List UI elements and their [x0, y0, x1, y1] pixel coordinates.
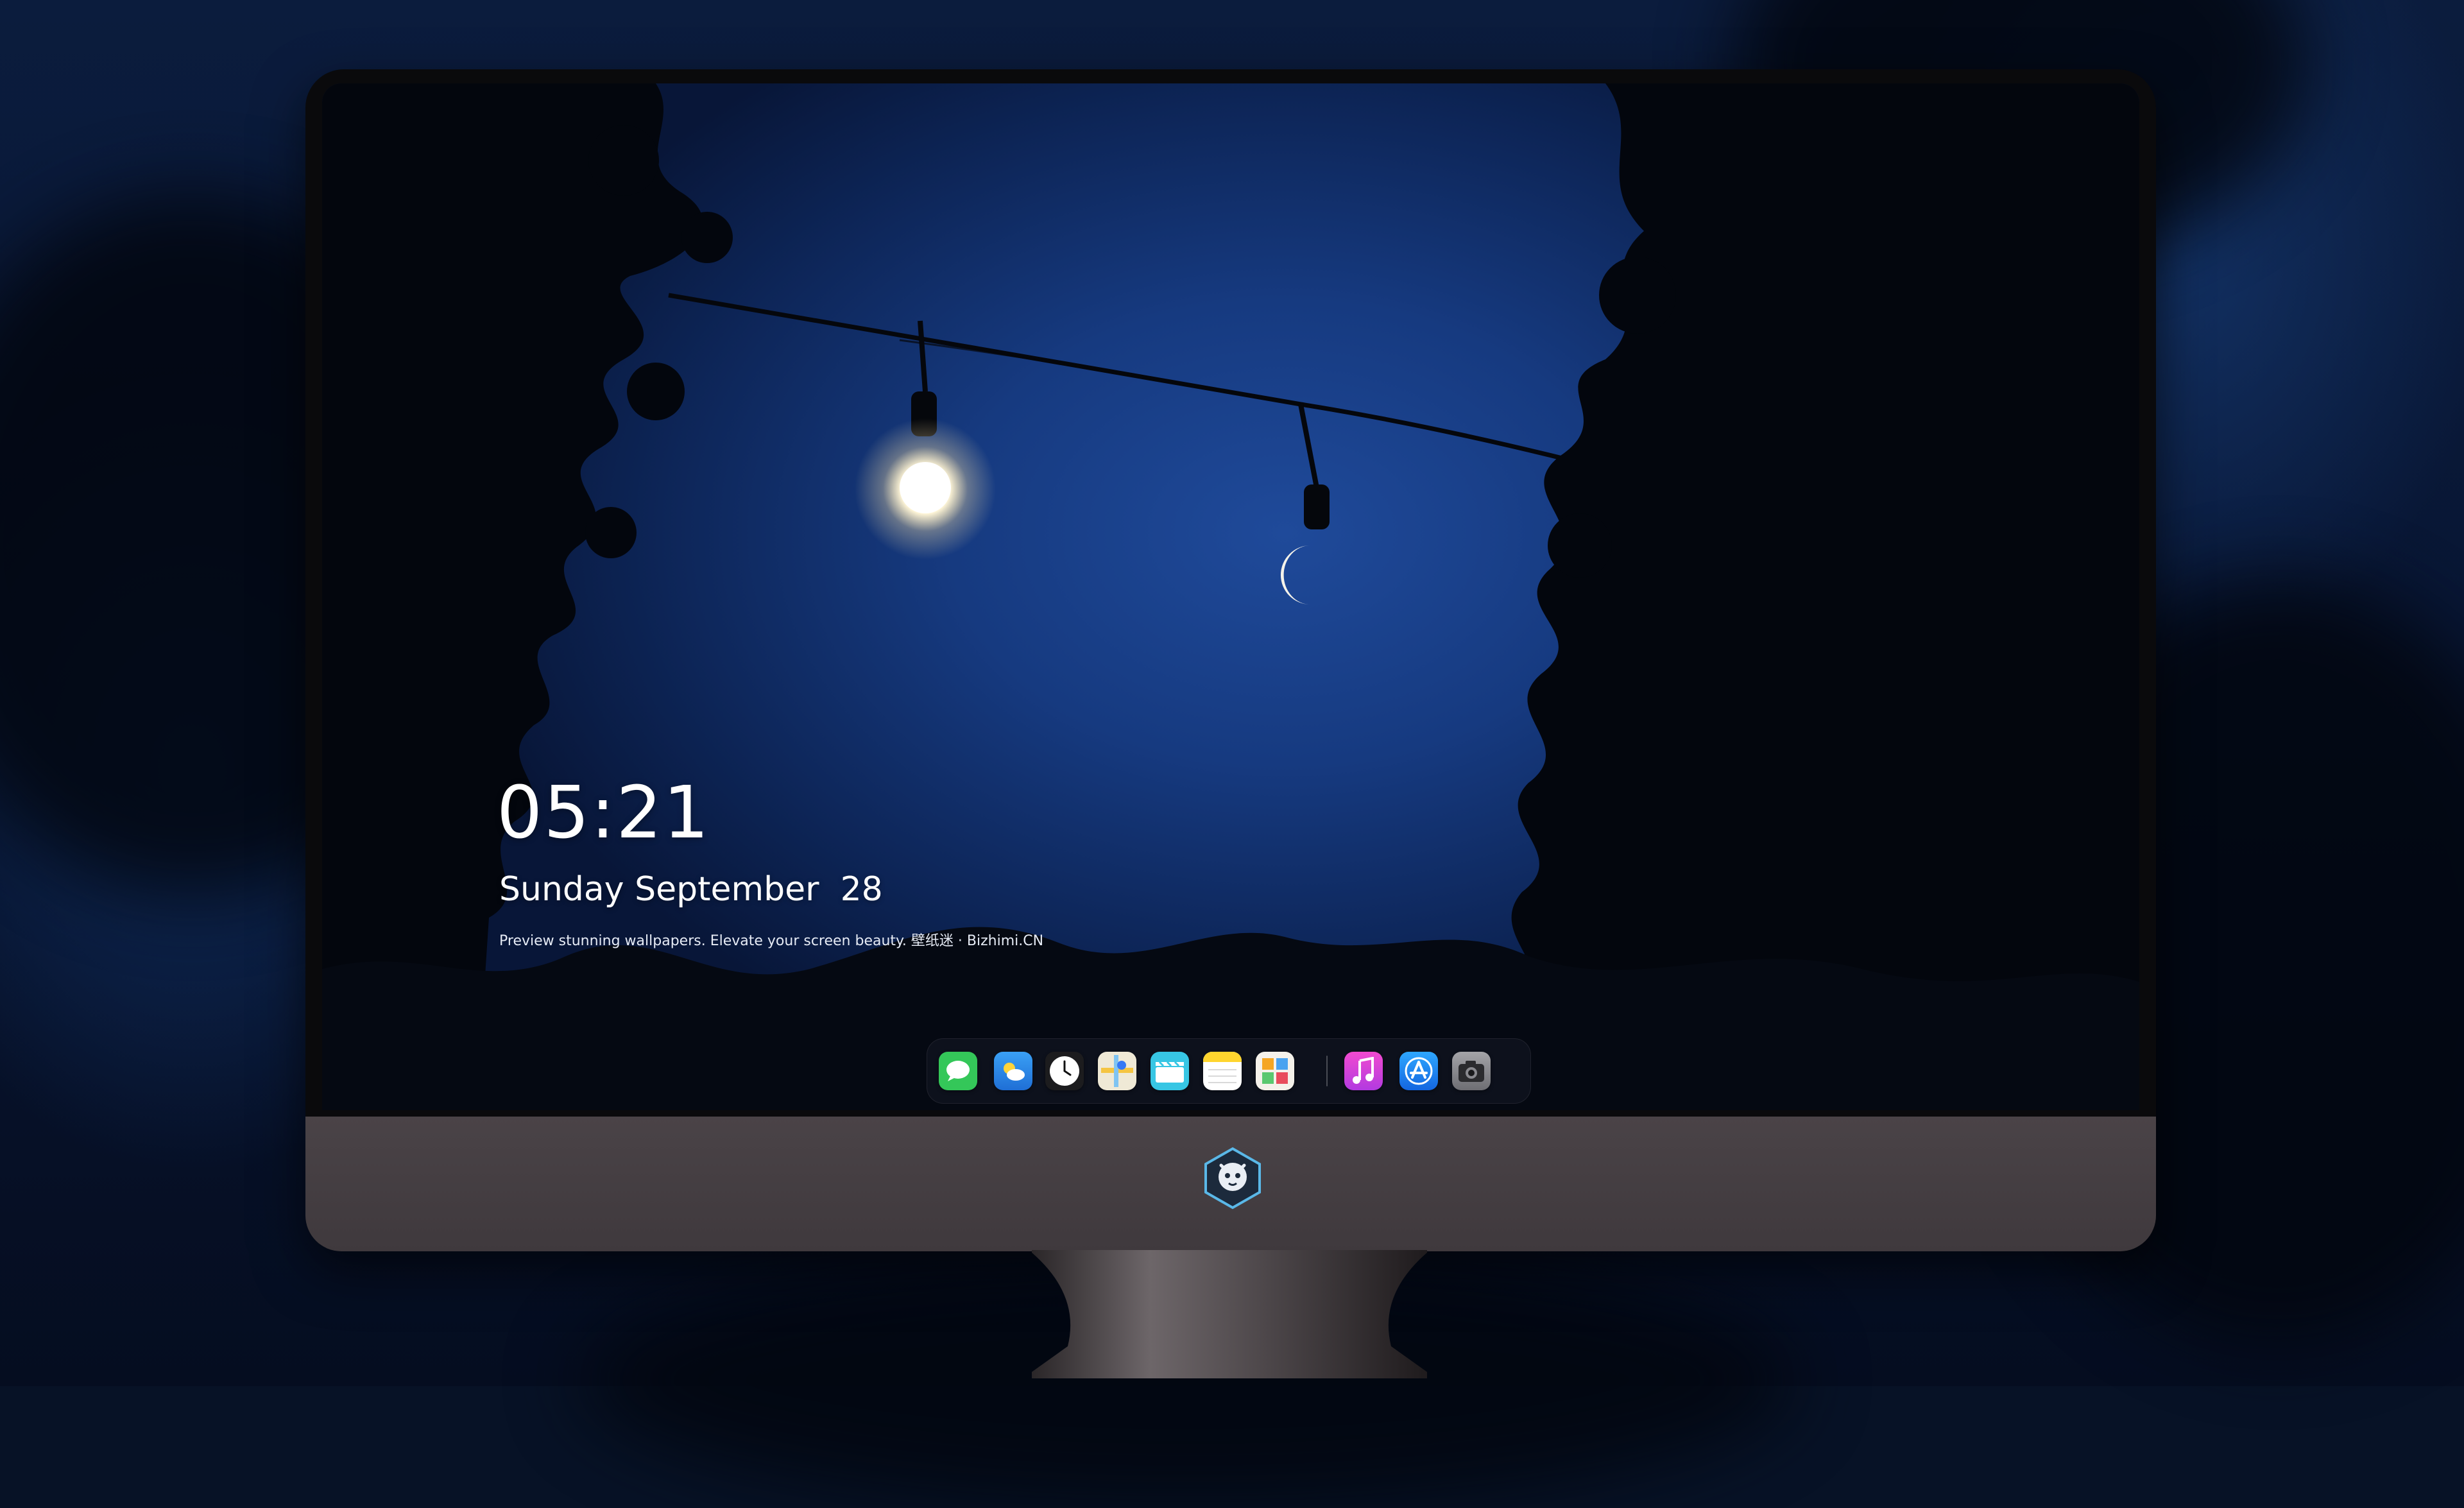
desktop-screen[interactable]: 05:21 Sunday September 28 Preview stunni…: [322, 83, 2139, 1110]
calendar-icon[interactable]: [1256, 1052, 1294, 1090]
music-icon[interactable]: [1344, 1052, 1383, 1090]
weather-icon[interactable]: [994, 1052, 1032, 1090]
lock-date: Sunday September 28: [499, 870, 883, 909]
lock-clock: 05:21: [497, 771, 710, 855]
imac-monitor: 05:21 Sunday September 28 Preview stunni…: [305, 69, 2156, 1251]
clock-icon[interactable]: [1045, 1052, 1084, 1090]
dock-separator: [1326, 1056, 1328, 1086]
brand-logo-icon: [1204, 1147, 1261, 1210]
dock: [927, 1038, 1531, 1104]
maps-icon[interactable]: [1098, 1052, 1136, 1090]
notes-icon[interactable]: [1203, 1052, 1242, 1090]
wallpaper-tagline: Preview stunning wallpapers. Elevate you…: [499, 933, 1044, 949]
messages-icon[interactable]: [939, 1052, 977, 1090]
camera-icon[interactable]: [1452, 1052, 1491, 1090]
monitor-stand: [1032, 1250, 1427, 1378]
wallpaper: [322, 83, 2139, 1110]
crescent-moon: [1280, 545, 1310, 604]
tree-silhouette-right: [1477, 83, 2139, 1110]
app-store-icon[interactable]: [1399, 1052, 1438, 1090]
clips-icon[interactable]: [1151, 1052, 1189, 1090]
